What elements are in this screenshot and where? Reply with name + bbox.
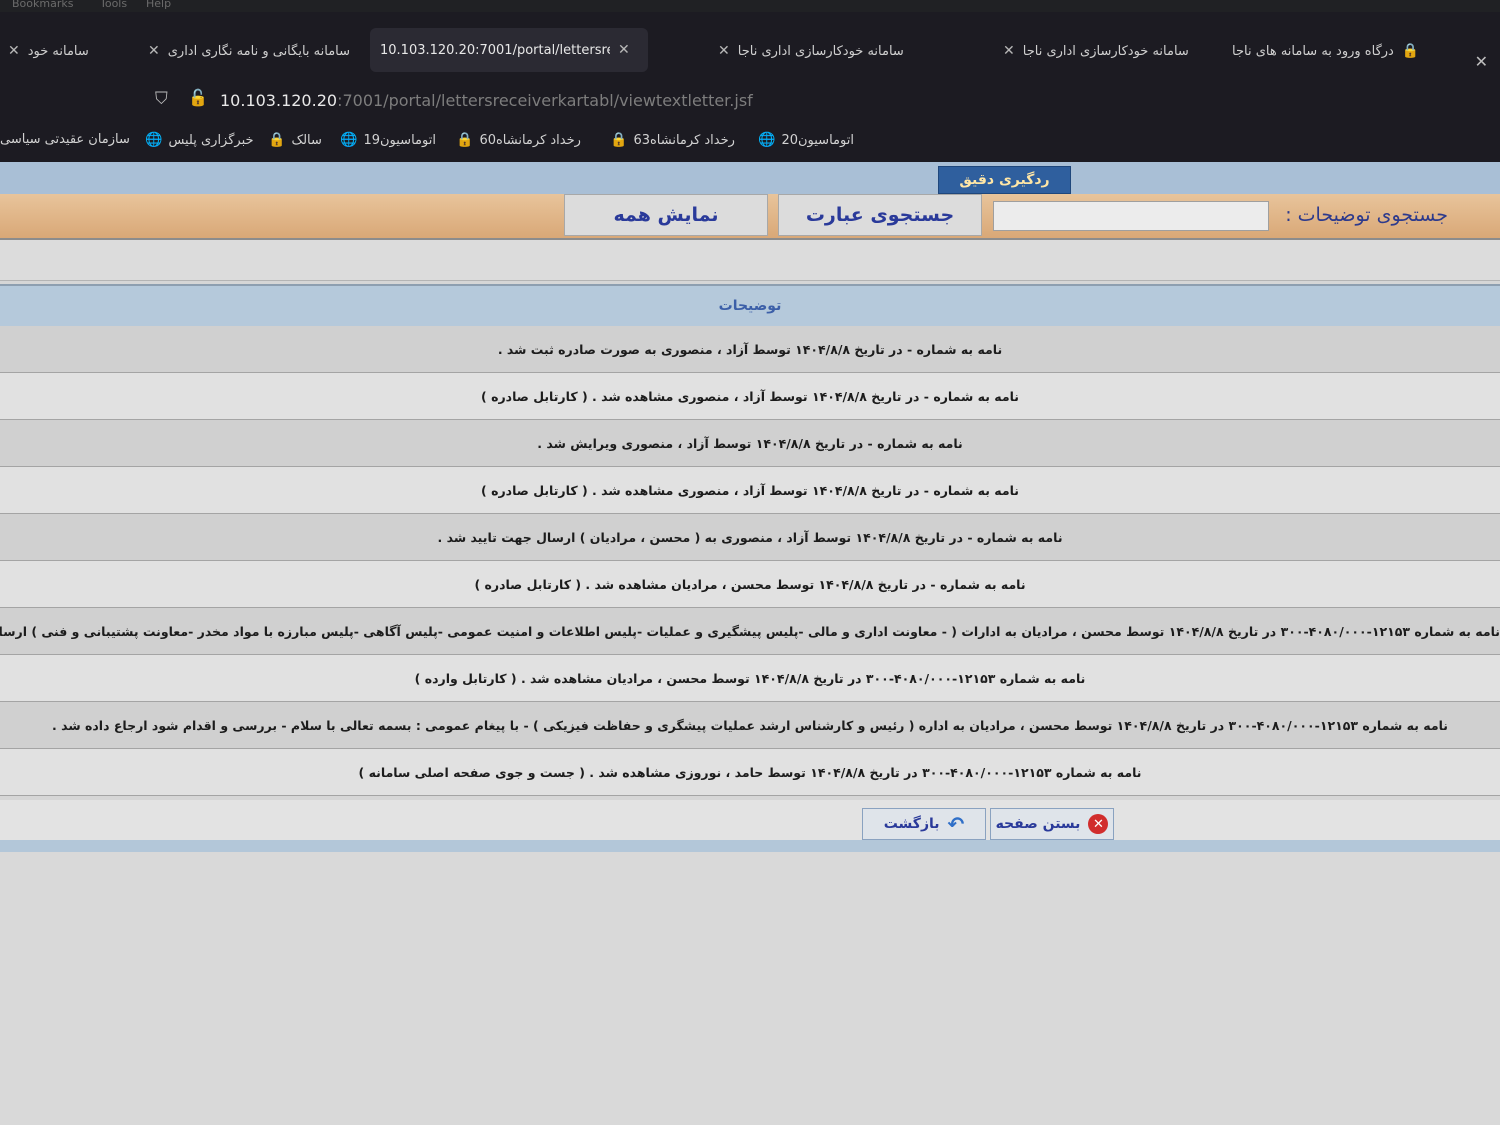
table-row: نامه به شماره ۱۲۱۵۳-۴۰۸۰/۰۰۰-۳۰۰ در تاری… <box>0 655 1500 702</box>
table-row: نامه به شماره - در تاریخ ۱۴۰۴/۸/۸ توسط آ… <box>0 373 1500 420</box>
lock-icon: 🔒 <box>1401 43 1420 59</box>
tab-label: سامانه خودکارسازی اداری ناجا <box>737 43 904 59</box>
top-strip: ردگیری دقیق <box>0 162 1500 194</box>
close-icon[interactable]: ✕ <box>1003 43 1015 59</box>
close-circle-icon: ✕ <box>1088 814 1109 834</box>
url-host: 10.103.120.20 <box>220 91 338 110</box>
globe-icon: 🌐 <box>758 132 776 148</box>
tab-label: درگاه ورود به سامانه های ناجا <box>1232 43 1394 59</box>
table-row: نامه به شماره ۱۲۱۵۳-۴۰۸۰/۰۰۰-۳۰۰ در تاری… <box>0 608 1500 655</box>
tab-5[interactable]: 🔒 درگاه ورود به سامانه های ناجا <box>1232 34 1419 68</box>
table-row: نامه به شماره - در تاریخ ۱۴۰۴/۸/۸ توسط آ… <box>0 467 1500 514</box>
bookmark-kermanshah60[interactable]: 🔒 رخداد کرمانشاه60 <box>456 132 581 148</box>
url-path: :7001/portal/lettersreceiverkartabl/view… <box>337 91 753 110</box>
page-content: ردگیری دقیق جستجوی توضیحات : جستجوی عبار… <box>0 162 1500 1125</box>
table-header: توضیحات <box>0 284 1500 326</box>
menu-help[interactable]: Help <box>146 0 171 10</box>
back-arrow-icon: ↶ <box>947 812 965 836</box>
bookmarks-bar: 🌐 اتوماسیون20 🔒 رخداد کرمانشاه63 🔒 رخداد… <box>0 122 1500 162</box>
url-bar[interactable]: ⛉ 🔓 10.103.120.20:7001/portal/lettersrec… <box>0 80 1500 122</box>
url-text[interactable]: 10.103.120.20:7001/portal/lettersreceive… <box>220 91 753 110</box>
menu-bookmarks[interactable]: Bookmarks <box>12 0 73 10</box>
tab-label: 10.103.120.20:7001/portal/lettersrec <box>380 42 610 58</box>
table-row: نامه به شماره - در تاریخ ۱۴۰۴/۸/۸ توسط آ… <box>0 514 1500 561</box>
tab-3[interactable]: سامانه خودکارسازی اداری ناجا ✕ <box>710 34 904 68</box>
globe-icon: 🌐 <box>340 132 358 148</box>
back-button[interactable]: ↶ بازگشت <box>862 808 986 840</box>
close-icon[interactable]: ✕ <box>8 43 20 59</box>
tab-0[interactable]: سامانه خود ✕ <box>0 34 89 68</box>
bookmark-ideological-org[interactable]: سازمان عقیدتی سیاسی <box>0 132 130 147</box>
table-row: نامه به شماره - در تاریخ ۱۴۰۴/۸/۸ توسط م… <box>0 561 1500 608</box>
table-row: نامه به شماره - در تاریخ ۱۴۰۴/۸/۸ توسط آ… <box>0 326 1500 373</box>
tab-label: سامانه خودکارسازی اداری ناجا <box>1022 43 1189 59</box>
globe-icon: 🌐 <box>145 132 163 148</box>
bookmark-automation19[interactable]: 🌐 اتوماسیون19 <box>340 132 436 148</box>
lock-icon[interactable]: 🔓 <box>188 88 208 107</box>
search-label: جستجوی توضیحات : <box>1285 204 1448 226</box>
table-row: نامه به شماره ۱۲۱۵۳-۴۰۸۰/۰۰۰-۳۰۰ در تاری… <box>0 702 1500 749</box>
table-row: نامه به شماره - در تاریخ ۱۴۰۴/۸/۸ توسط آ… <box>0 420 1500 467</box>
search-input[interactable] <box>993 201 1269 231</box>
tab-2-active[interactable]: 10.103.120.20:7001/portal/lettersrec ✕ <box>370 28 648 72</box>
menu-tools[interactable]: Tools <box>100 0 127 10</box>
bookmark-label: اتوماسیون20 <box>781 132 854 148</box>
close-page-label: بستن صفحه <box>995 816 1081 832</box>
tab-4[interactable]: سامانه خودکارسازی اداری ناجا ✕ <box>995 34 1189 68</box>
search-row: جستجوی توضیحات : جستجوی عبارت نمایش همه <box>0 194 1500 240</box>
bookmark-label: اتوماسیون19 <box>363 132 436 148</box>
bookmark-label: رخداد کرمانشاه60 <box>479 132 581 148</box>
bookmark-salek[interactable]: 🔒 سالک <box>268 132 322 148</box>
close-icon[interactable]: ✕ <box>718 43 730 59</box>
tab-1[interactable]: سامانه بایگانی و نامه نگاری اداری ✕ <box>140 34 350 68</box>
lock-icon: 🔒 <box>456 132 474 148</box>
bookmark-label: سازمان عقیدتی سیاسی <box>0 132 130 147</box>
lock-icon: 🔒 <box>268 132 286 148</box>
table-row: نامه به شماره ۱۲۱۵۳-۴۰۸۰/۰۰۰-۳۰۰ در تاری… <box>0 749 1500 796</box>
bookmark-label: سالک <box>291 132 322 148</box>
window-close-icon[interactable]: ✕ <box>1475 52 1488 71</box>
bookmark-label: رخداد کرمانشاه63 <box>633 132 735 148</box>
tab-label: سامانه بایگانی و نامه نگاری اداری <box>167 43 351 59</box>
bookmark-kermanshah63[interactable]: 🔒 رخداد کرمانشاه63 <box>610 132 735 148</box>
tab-bar: سامانه خود ✕ سامانه بایگانی و نامه نگاری… <box>0 12 1500 80</box>
precise-tracking-tab[interactable]: ردگیری دقیق <box>938 166 1071 194</box>
history-table: توضیحات نامه به شماره - در تاریخ ۱۴۰۴/۸/… <box>0 284 1500 796</box>
empty-area <box>0 852 1500 1125</box>
bookmark-police-news[interactable]: 🌐 خبرگزاری پلیس <box>145 132 254 148</box>
close-page-button[interactable]: ✕ بستن صفحه <box>990 808 1114 840</box>
search-phrase-button[interactable]: جستجوی عبارت <box>778 194 982 236</box>
spacer-band <box>0 240 1500 281</box>
tab-label: سامانه خود <box>27 43 89 59</box>
lock-icon: 🔒 <box>610 132 628 148</box>
close-icon[interactable]: ✕ <box>148 43 160 59</box>
show-all-button[interactable]: نمایش همه <box>564 194 768 236</box>
shield-icon[interactable]: ⛉ <box>155 89 168 109</box>
close-icon[interactable]: ✕ <box>618 42 630 58</box>
bookmark-automation20[interactable]: 🌐 اتوماسیون20 <box>758 132 854 148</box>
menu-bar: Bookmarks Tools Help <box>0 0 1500 12</box>
back-label: بازگشت <box>883 816 940 832</box>
footer-bar: ✕ بستن صفحه ↶ بازگشت <box>0 800 1500 840</box>
bookmark-label: خبرگزاری پلیس <box>168 132 254 148</box>
column-header-description: توضیحات <box>718 298 782 314</box>
